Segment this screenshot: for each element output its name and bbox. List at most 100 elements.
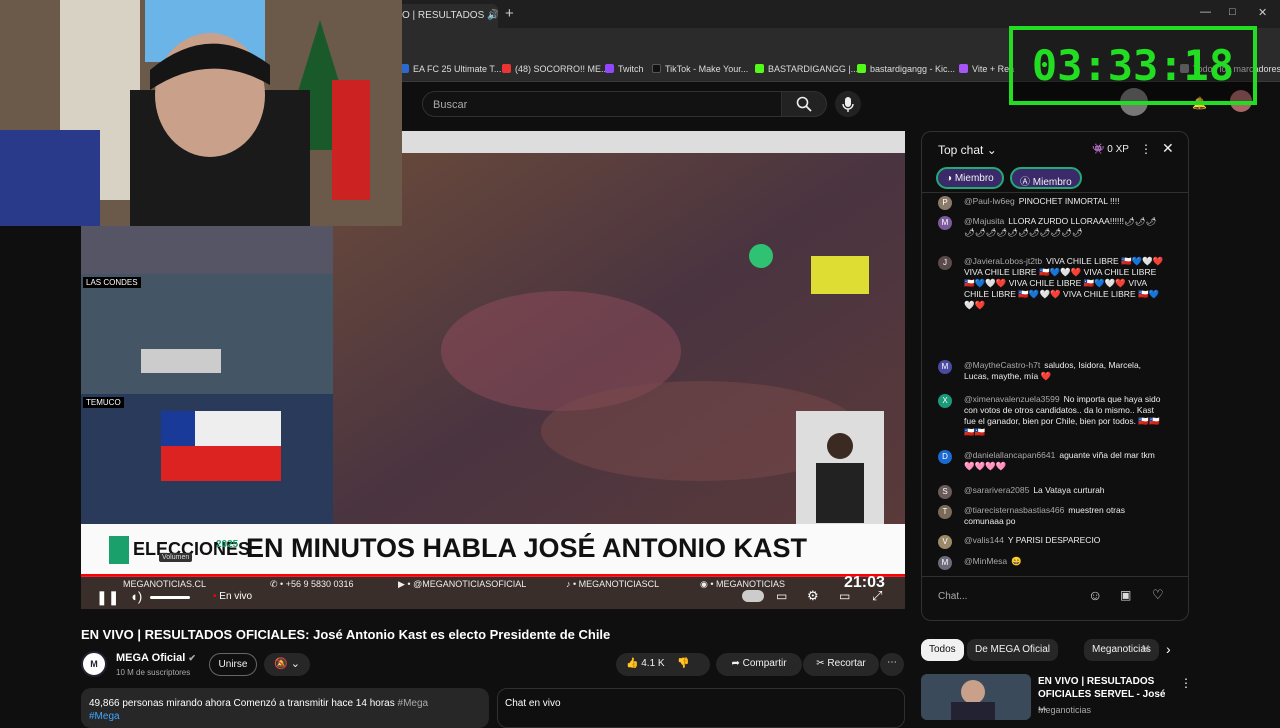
join-button[interactable]: Unirse: [209, 653, 257, 676]
share-button[interactable]: ➦ Compartir: [716, 653, 802, 676]
fullscreen-icon[interactable]: ⤢: [872, 588, 882, 604]
bookmark[interactable]: EA FC 25 Ultimate T...: [400, 64, 501, 74]
autoplay-toggle[interactable]: [742, 590, 764, 602]
avatar: X: [938, 394, 952, 408]
avatar: M: [938, 556, 952, 570]
thumbs-down-icon: 👎: [677, 658, 690, 669]
bookmark[interactable]: Vite + Rea: [959, 64, 1014, 74]
minimize-button[interactable]: —: [1200, 6, 1211, 18]
settings-icon[interactable]: ⚙: [807, 588, 819, 604]
chevron-right-icon[interactable]: ›: [1166, 641, 1171, 657]
chat-message: V @valis144 Y PARISI DESPARECIO: [938, 535, 1166, 549]
maximize-button[interactable]: □: [1229, 6, 1236, 18]
ticker-item: ✆ • +56 9 5830 0316: [270, 579, 354, 589]
close-window-button[interactable]: ✕: [1258, 6, 1267, 19]
member-filter[interactable]: ◑ Miembro: [936, 167, 1004, 189]
chip-channel[interactable]: De MEGA Oficial: [967, 639, 1059, 661]
avatar: S: [938, 485, 952, 499]
rec-thumbnail[interactable]: [921, 674, 1031, 720]
volume-slider[interactable]: [150, 596, 190, 599]
mic-icon: [842, 97, 854, 112]
volume-tooltip: Volumen: [159, 553, 193, 562]
bookmark[interactable]: (48) SOCORRO!! ME...: [502, 64, 609, 74]
chat-mode-selector[interactable]: Top chat ⌄: [938, 143, 997, 157]
video-title: EN VIVO | RESULTADOS OFICIALES: José Ant…: [81, 627, 611, 642]
chat-message: D @danielallancapan6641 aguante viña del m…: [938, 450, 1166, 472]
more-options-icon[interactable]: ⋮: [1140, 142, 1152, 156]
live-chat-heading: Chat en vivo: [505, 698, 561, 709]
voice-search-button[interactable]: [835, 91, 861, 117]
avatar: P: [938, 196, 952, 210]
chat-message: P @Paul-lw6eg PINOCHET INMORTAL !!!!: [938, 196, 1166, 210]
ticker-item: ▶ • @MEGANOTICIASOFICIAL: [398, 579, 527, 589]
bell-icon: 🔕: [274, 658, 288, 670]
tab-title: O | RESULTADOS: [402, 10, 485, 21]
progress-bar[interactable]: [81, 574, 905, 576]
more-actions-button[interactable]: ⋯: [880, 653, 904, 676]
bookmark[interactable]: TikTok - Make Your...: [652, 64, 748, 74]
close-icon[interactable]: ✕: [1162, 140, 1174, 157]
chip-all[interactable]: Todos: [921, 639, 964, 661]
super-chat-icon[interactable]: ▣: [1120, 588, 1131, 602]
speaker-icon[interactable]: 🔊: [487, 10, 498, 21]
clip-button[interactable]: ✂ Recortar: [803, 653, 879, 676]
bookmark[interactable]: BASTARDIGANGG |...: [755, 64, 858, 74]
chevron-down-icon: ⌄: [986, 143, 997, 157]
avatar: J: [938, 256, 952, 270]
theater-icon[interactable]: ▭: [839, 589, 850, 603]
headline: EN MINUTOS HABLA JOSÉ ANTONIO KAST: [246, 533, 808, 563]
chat-message: M @MinMesa 😄: [938, 556, 1166, 570]
verified-icon: ✔: [188, 653, 196, 663]
chat-message: X @ximenavalenzuela3599 No importa que hay…: [938, 394, 1166, 438]
search-icon: [796, 96, 812, 112]
channel-name[interactable]: MEGA Oficial ✔: [116, 652, 196, 664]
avatar: V: [938, 535, 952, 549]
bookmark[interactable]: Twitch: [605, 64, 644, 74]
ticker-item: ◉ • MEGANOTICIAS: [700, 579, 786, 589]
streamer-webcam: [0, 0, 402, 226]
volume-icon[interactable]: ◖): [130, 589, 142, 604]
description-stats: 49,866 personas mirando ahora Comenzó a …: [89, 698, 429, 709]
emoji-icon[interactable]: ☺: [1088, 587, 1102, 603]
like-dislike-group: 👍 4.1 K 👎: [616, 653, 710, 676]
chat-message: T @tiarecisternasbastias466 muestren otras…: [938, 505, 1166, 527]
bookmark[interactable]: bastardigangg - Kic...: [857, 64, 955, 74]
stream-timer: 03:33:18: [1009, 26, 1257, 105]
ticker-item: MEGANOTICIAS.CL: [123, 579, 207, 589]
chat-message: M @Majusita LLORA ZURDO LLORAAA!!!!!!🌶🌶🌶🌶🌶…: [938, 216, 1166, 238]
heart-icon[interactable]: ♡: [1152, 587, 1164, 603]
chat-input[interactable]: Chat...: [938, 591, 1088, 602]
avatar: D: [938, 450, 952, 464]
avatar: M: [938, 216, 952, 230]
location-label: LAS CONDES: [83, 277, 141, 288]
scissors-icon: ✂: [816, 658, 825, 669]
chip-more[interactable]: N: [1134, 639, 1157, 661]
avatar: M: [938, 360, 952, 374]
rec-channel[interactable]: Meganoticias: [1038, 705, 1091, 715]
search-button[interactable]: [781, 91, 827, 117]
channel-avatar[interactable]: M: [81, 651, 107, 677]
browser-tab[interactable]: O | RESULTADOS 🔊 ✕: [392, 4, 498, 28]
more-options-icon[interactable]: ⋮: [1180, 676, 1192, 690]
member-filter[interactable]: Ⓐ Miembro: [1010, 167, 1082, 189]
subscribe-bell-button[interactable]: 🔕 ⌄: [264, 653, 310, 676]
chat-scrollbar[interactable]: [1180, 198, 1185, 574]
hashtag-link[interactable]: #Mega: [89, 711, 120, 722]
search-input[interactable]: Buscar: [422, 91, 782, 117]
chat-message: S @sararivera2085 La Vataya curturah: [938, 485, 1166, 499]
live-chat-panel: Top chat ⌄ 👾 0 XP ⋮ ✕ ◑ Miembro Ⓐ Miembr…: [921, 131, 1189, 621]
ticker-item: ♪ • MEGANOTICIASCL: [566, 579, 660, 589]
chevron-down-icon: ⌄: [290, 658, 300, 670]
thumbs-up-icon: 👍: [626, 658, 639, 669]
subtitles-icon[interactable]: ▭: [776, 589, 787, 603]
banner-year: 2025: [216, 539, 239, 550]
share-icon: ➦: [731, 658, 740, 669]
xp-badge[interactable]: 👾 0 XP: [1092, 144, 1129, 155]
new-tab-button[interactable]: +: [505, 5, 514, 22]
like-button[interactable]: 👍 4.1 K: [626, 658, 665, 669]
chat-message: M @MaytheCastro-h7t saludos, Isidora, Marc…: [938, 360, 1166, 382]
dislike-button[interactable]: 👎: [677, 658, 689, 669]
pause-button[interactable]: ❚❚: [96, 589, 119, 606]
live-indicator[interactable]: • En vivo: [213, 591, 252, 602]
subscriber-count: 10 M de suscriptores: [116, 668, 191, 677]
